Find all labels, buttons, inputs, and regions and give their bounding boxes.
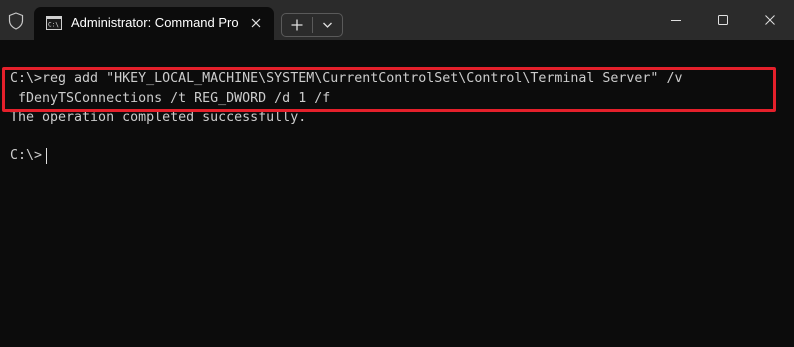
- text-cursor: [46, 148, 47, 164]
- command-prompt-icon: C:\: [46, 16, 62, 30]
- terminal-window: C:\ Administrator: Command Pro C:\>reg a…: [0, 0, 794, 347]
- shield-icon: [8, 12, 24, 30]
- prompt-line: C:\>: [10, 148, 43, 163]
- tab-command-prompt[interactable]: C:\ Administrator: Command Pro: [34, 7, 274, 40]
- minimize-icon: [671, 20, 681, 21]
- maximize-icon: [718, 15, 728, 25]
- terminal-output[interactable]: C:\>reg add "HKEY_LOCAL_MACHINE\SYSTEM\C…: [0, 40, 794, 347]
- tab-close-icon[interactable]: [248, 15, 264, 31]
- svg-text:C:\: C:\: [48, 22, 59, 29]
- tab-title: Administrator: Command Pro: [71, 15, 239, 30]
- title-bar[interactable]: C:\ Administrator: Command Pro: [0, 0, 794, 40]
- maximize-button[interactable]: [700, 0, 746, 40]
- new-tab-group: [281, 13, 343, 37]
- tab-dropdown-button[interactable]: [313, 14, 342, 36]
- minimize-button[interactable]: [653, 0, 699, 40]
- close-icon: [765, 15, 775, 25]
- close-button[interactable]: [747, 0, 793, 40]
- new-tab-button[interactable]: [282, 14, 312, 36]
- highlight-box: [2, 67, 776, 112]
